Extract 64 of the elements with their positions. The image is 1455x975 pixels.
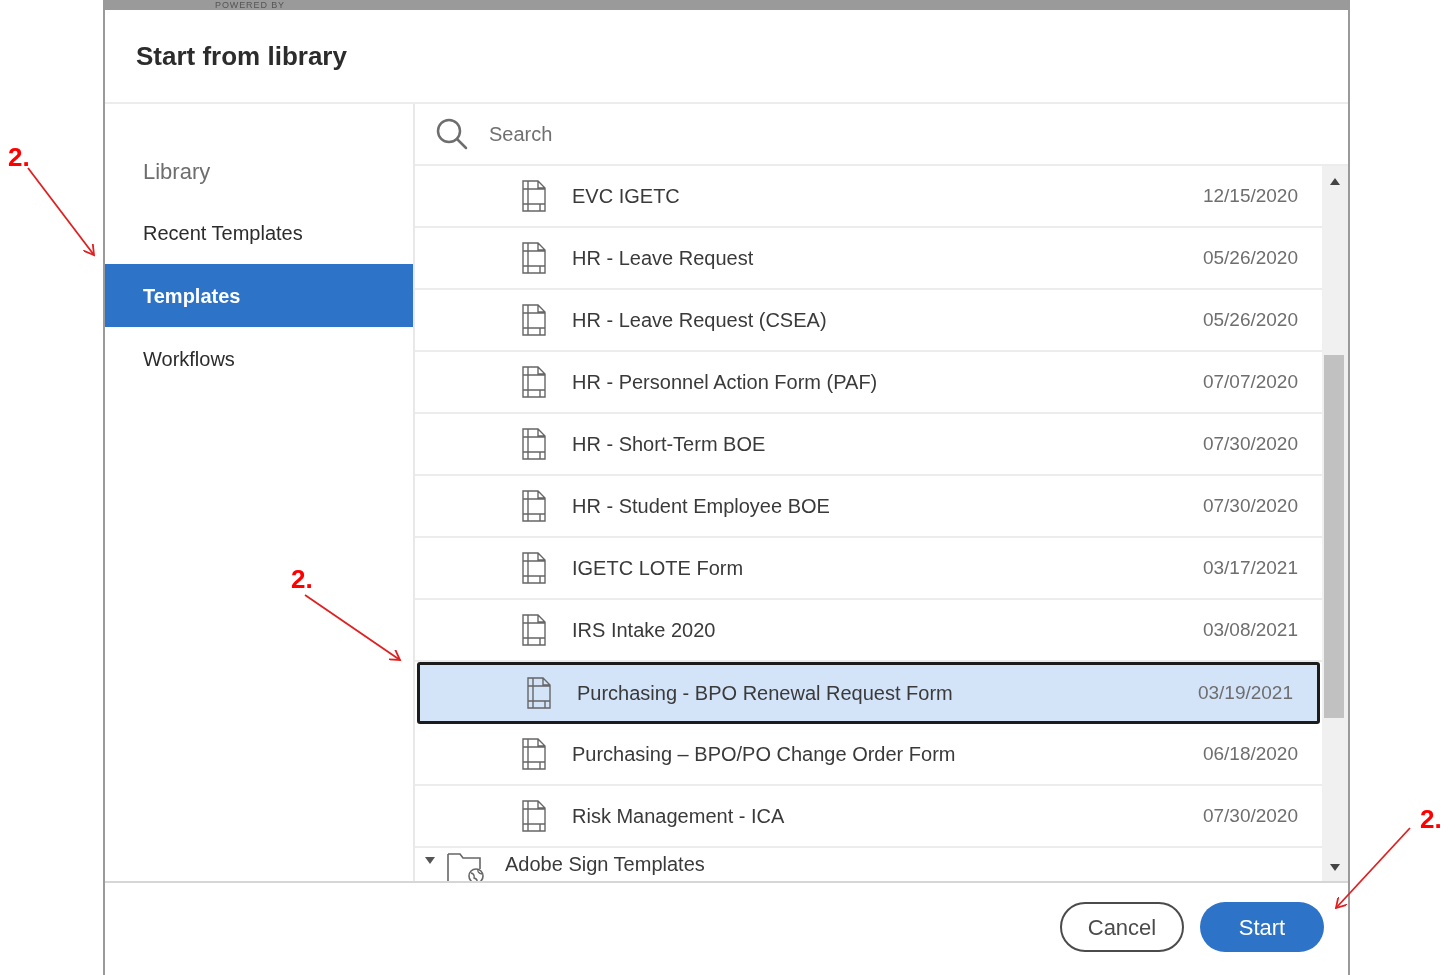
template-date: 06/18/2020 xyxy=(1202,741,1298,766)
document-icon xyxy=(522,738,546,770)
scroll-down-icon[interactable] xyxy=(1330,864,1340,871)
document-icon xyxy=(527,677,551,709)
document-icon xyxy=(522,180,546,212)
template-name: HR - Leave Request xyxy=(572,246,755,271)
template-name: Purchasing - BPO Renewal Request Form xyxy=(577,681,954,706)
template-date: 03/19/2021 xyxy=(1197,680,1293,705)
cancel-button[interactable]: Cancel xyxy=(1060,902,1184,952)
document-icon xyxy=(522,428,546,460)
template-date: 03/08/2021 xyxy=(1202,617,1298,642)
sidebar-item[interactable]: Templates xyxy=(105,264,413,327)
start-button[interactable]: Start xyxy=(1200,902,1324,952)
sidebar-heading: Library xyxy=(142,157,212,186)
template-name: IGETC LOTE Form xyxy=(572,556,745,581)
template-date: 07/30/2020 xyxy=(1202,493,1298,518)
sidebar-item[interactable]: Recent Templates xyxy=(105,201,413,264)
document-icon xyxy=(522,614,546,646)
document-icon xyxy=(522,800,546,832)
sidebar-item[interactable]: Workflows xyxy=(105,327,413,390)
template-row[interactable]: EVC IGETC 12/15/2020 xyxy=(415,166,1322,228)
template-date: 07/30/2020 xyxy=(1202,803,1298,828)
template-date: 07/30/2020 xyxy=(1202,431,1298,456)
document-icon xyxy=(522,490,546,522)
document-icon xyxy=(522,366,546,398)
annotation-label: 2. xyxy=(1420,803,1442,836)
template-date: 05/26/2020 xyxy=(1202,307,1298,332)
folder-row[interactable]: Adobe Sign Templates xyxy=(415,848,1322,881)
template-row[interactable]: Purchasing - BPO Renewal Request Form 03/19/2021 xyxy=(417,662,1320,724)
template-row[interactable]: HR - Short-Term BOE 07/30/2020 xyxy=(415,414,1322,476)
document-icon xyxy=(522,242,546,274)
dialog-title: Start from library xyxy=(136,39,347,73)
template-name: Purchasing – BPO/PO Change Order Form xyxy=(572,742,957,767)
scrollbar[interactable] xyxy=(1322,166,1348,881)
template-row[interactable]: HR - Student Employee BOE 07/30/2020 xyxy=(415,476,1322,538)
template-name: HR - Leave Request (CSEA) xyxy=(572,308,828,333)
template-name: IRS Intake 2020 xyxy=(572,618,717,643)
template-name: HR - Personnel Action Form (PAF) xyxy=(572,370,879,395)
background-text: POWERED BY xyxy=(215,1,285,10)
template-date: 12/15/2020 xyxy=(1202,183,1298,208)
document-icon xyxy=(522,304,546,336)
template-name: EVC IGETC xyxy=(572,184,681,209)
document-icon xyxy=(522,552,546,584)
template-date: 07/07/2020 xyxy=(1202,369,1298,394)
template-name: HR - Short-Term BOE xyxy=(572,432,767,457)
template-row[interactable]: Purchasing – BPO/PO Change Order Form 06/18/2020 xyxy=(415,724,1322,786)
template-row[interactable]: IGETC LOTE Form 03/17/2021 xyxy=(415,538,1322,600)
annotation-label: 2. xyxy=(8,141,30,174)
template-row[interactable]: HR - Personnel Action Form (PAF) 07/07/2020 xyxy=(415,352,1322,414)
scroll-up-icon[interactable] xyxy=(1330,178,1340,185)
caret-icon[interactable] xyxy=(425,857,435,864)
template-date: 03/17/2021 xyxy=(1202,555,1298,580)
template-row[interactable]: HR - Leave Request (CSEA) 05/26/2020 xyxy=(415,290,1322,352)
template-row[interactable]: HR - Leave Request 05/26/2020 xyxy=(415,228,1322,290)
template-row[interactable]: Risk Management - ICA 07/30/2020 xyxy=(415,786,1322,848)
folder-globe-icon xyxy=(447,851,485,881)
template-date: 05/26/2020 xyxy=(1202,245,1298,270)
template-name: HR - Student Employee BOE xyxy=(572,494,831,519)
search-icon xyxy=(435,117,469,151)
scrollbar-thumb[interactable] xyxy=(1324,355,1344,718)
folder-name: Adobe Sign Templates xyxy=(505,852,705,876)
annotation-label: 2. xyxy=(291,563,313,596)
template-name: Risk Management - ICA xyxy=(572,804,786,829)
search-field[interactable]: Search xyxy=(489,119,889,149)
